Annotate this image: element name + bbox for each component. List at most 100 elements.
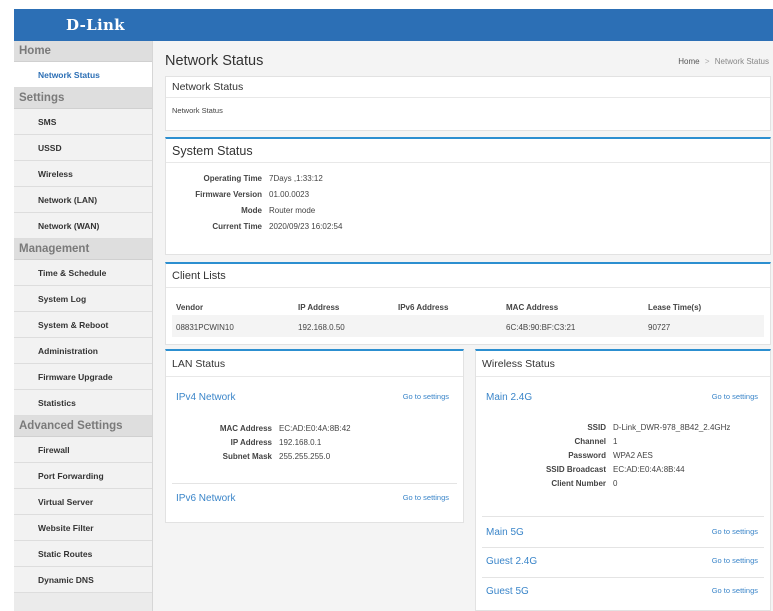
current-time-row: Current Time 2020/09/23 16:02:54 xyxy=(166,222,342,231)
sidebar-item-wireless[interactable]: Wireless xyxy=(14,161,152,187)
router-admin-window: D-Link Home Network Status Settings SMS … xyxy=(14,9,773,611)
password-label: Password xyxy=(568,451,606,460)
column-header-ipv6-address: IPv6 Address xyxy=(398,303,449,312)
channel-row: Channel 1 xyxy=(510,437,617,446)
firmware-version-value: 01.00.0023 xyxy=(269,190,310,199)
mode-value: Router mode xyxy=(269,206,316,215)
main-content: Network Status Home > Network Status Net… xyxy=(161,41,773,611)
sidebar-item-time-schedule[interactable]: Time & Schedule xyxy=(14,260,152,286)
sidebar-section-home[interactable]: Home xyxy=(14,41,152,62)
sidebar-item-virtual-server[interactable]: Virtual Server xyxy=(14,489,152,515)
lan-ip-label: IP Address xyxy=(230,438,272,447)
column-header-vendor: Vendor xyxy=(176,303,204,312)
sidebar-section-management[interactable]: Management xyxy=(14,239,152,260)
password-row: Password WPA2 AES xyxy=(510,451,653,460)
system-status-panel: System Status Operating Time 7Days ,1:33:… xyxy=(165,137,771,255)
guest-5g-title: Guest 5G xyxy=(486,586,529,597)
sidebar-item-system-reboot[interactable]: System & Reboot xyxy=(14,312,152,338)
wireless-divider-1 xyxy=(482,516,764,517)
client-number-value: 0 xyxy=(613,479,618,488)
sidebar-item-firmware-upgrade[interactable]: Firmware Upgrade xyxy=(14,364,152,390)
operating-time-value: 7Days ,1:33:12 xyxy=(269,174,323,183)
wireless-status-title: Wireless Status xyxy=(476,351,770,377)
ipv6-network-title: IPv6 Network xyxy=(176,493,236,504)
sidebar-item-firewall[interactable]: Firewall xyxy=(14,437,152,463)
sidebar-item-network-lan[interactable]: Network (LAN) xyxy=(14,187,152,213)
lan-mac-value: EC:AD:E0:4A:8B:42 xyxy=(279,424,351,433)
top-bar: D-Link xyxy=(14,9,773,41)
client-mac-cell: 6C:4B:90:BF:C3:21 xyxy=(506,323,576,332)
sidebar-item-statistics[interactable]: Statistics xyxy=(14,390,152,416)
lan-subnet-row: Subnet Mask 255.255.255.0 xyxy=(176,452,331,461)
main-24g-title: Main 2.4G xyxy=(486,392,533,403)
lan-mac-row: MAC Address EC:AD:E0:4A:8B:42 xyxy=(176,424,351,433)
sidebar-item-port-forwarding[interactable]: Port Forwarding xyxy=(14,463,152,489)
lan-subnet-label: Subnet Mask xyxy=(222,452,272,461)
lan-ip-row: IP Address 192.168.0.1 xyxy=(176,438,322,447)
channel-value: 1 xyxy=(613,437,618,446)
firmware-version-row: Firmware Version 01.00.0023 xyxy=(166,190,309,199)
ssid-value: D-Link_DWR-978_8B42_2.4GHz xyxy=(613,423,731,432)
network-status-panel-title: Network Status xyxy=(166,77,770,98)
client-number-row: Client Number 0 xyxy=(510,479,617,488)
client-vendor-cell: 08831PCWIN10 xyxy=(176,323,234,332)
breadcrumb-home[interactable]: Home xyxy=(678,57,699,66)
sidebar-item-dynamic-dns[interactable]: Dynamic DNS xyxy=(14,567,152,593)
ssid-broadcast-value: EC:AD:E0:4A:8B:44 xyxy=(613,465,685,474)
sidebar-item-sms[interactable]: SMS xyxy=(14,109,152,135)
column-header-mac-address: MAC Address xyxy=(506,303,559,312)
sidebar-item-network-status[interactable]: Network Status xyxy=(14,62,152,88)
lan-status-title: LAN Status xyxy=(166,351,463,377)
sidebar-item-network-wan[interactable]: Network (WAN) xyxy=(14,213,152,239)
mode-label: Mode xyxy=(241,206,262,215)
table-row xyxy=(172,315,764,337)
sidebar-item-ussd[interactable]: USSD xyxy=(14,135,152,161)
sidebar: Home Network Status Settings SMS USSD Wi… xyxy=(14,41,153,611)
ssid-row: SSID D-Link_DWR-978_8B42_2.4GHz xyxy=(510,423,730,432)
client-lease-cell: 90727 xyxy=(648,323,671,332)
dlink-logo[interactable]: D-Link xyxy=(66,16,125,34)
sidebar-item-system-log[interactable]: System Log xyxy=(14,286,152,312)
ssid-broadcast-label: SSID Broadcast xyxy=(545,465,606,474)
client-number-label: Client Number xyxy=(551,479,606,488)
wireless-status-panel: Wireless Status Main 2.4G Go to settings… xyxy=(475,349,771,611)
ipv6-go-to-settings-link[interactable]: Go to settings xyxy=(403,493,449,502)
firmware-version-label: Firmware Version xyxy=(195,190,262,199)
page-title: Network Status xyxy=(165,53,264,69)
lan-ip-value: 192.168.0.1 xyxy=(279,438,322,447)
current-time-label: Current Time xyxy=(212,222,262,231)
breadcrumb-separator: > xyxy=(704,57,710,66)
system-status-title: System Status xyxy=(166,139,770,163)
client-ip-cell: 192.168.0.50 xyxy=(298,323,345,332)
column-header-lease-time: Lease Time(s) xyxy=(648,303,702,312)
sidebar-section-settings[interactable]: Settings xyxy=(14,88,152,109)
column-header-ip-address: IP Address xyxy=(298,303,340,312)
ipv4-network-title: IPv4 Network xyxy=(176,392,236,403)
network-status-panel: Network Status Network Status xyxy=(165,76,771,131)
main-24g-go-to-settings-link[interactable]: Go to settings xyxy=(712,392,758,401)
sidebar-item-static-routes[interactable]: Static Routes xyxy=(14,541,152,567)
operating-time-label: Operating Time xyxy=(203,174,262,183)
breadcrumb: Home > Network Status xyxy=(678,57,769,66)
lan-subnet-value: 255.255.255.0 xyxy=(279,452,331,461)
sidebar-item-administration[interactable]: Administration xyxy=(14,338,152,364)
password-value: WPA2 AES xyxy=(613,451,653,460)
ssid-broadcast-row: SSID Broadcast EC:AD:E0:4A:8B:44 xyxy=(510,465,685,474)
lan-mac-label: MAC Address xyxy=(219,424,272,433)
ipv4-go-to-settings-link[interactable]: Go to settings xyxy=(403,392,449,401)
network-status-panel-body: Network Status xyxy=(172,106,223,115)
lan-status-panel: LAN Status IPv4 Network Go to settings M… xyxy=(165,349,464,523)
current-time-value: 2020/09/23 16:02:54 xyxy=(269,222,343,231)
operating-time-row: Operating Time 7Days ,1:33:12 xyxy=(166,174,323,183)
client-lists-title: Client Lists xyxy=(166,264,770,288)
client-lists-panel: Client Lists Vendor IP Address IPv6 Addr… xyxy=(165,262,771,345)
guest-24g-go-to-settings-link[interactable]: Go to settings xyxy=(712,556,758,565)
ssid-label: SSID xyxy=(587,423,606,432)
main-5g-title: Main 5G xyxy=(486,527,524,538)
sidebar-section-advanced[interactable]: Advanced Settings xyxy=(14,416,152,437)
main-5g-go-to-settings-link[interactable]: Go to settings xyxy=(712,527,758,536)
mode-row: Mode Router mode xyxy=(166,206,315,215)
guest-5g-go-to-settings-link[interactable]: Go to settings xyxy=(712,586,758,595)
sidebar-item-website-filter[interactable]: Website Filter xyxy=(14,515,152,541)
channel-label: Channel xyxy=(574,437,606,446)
